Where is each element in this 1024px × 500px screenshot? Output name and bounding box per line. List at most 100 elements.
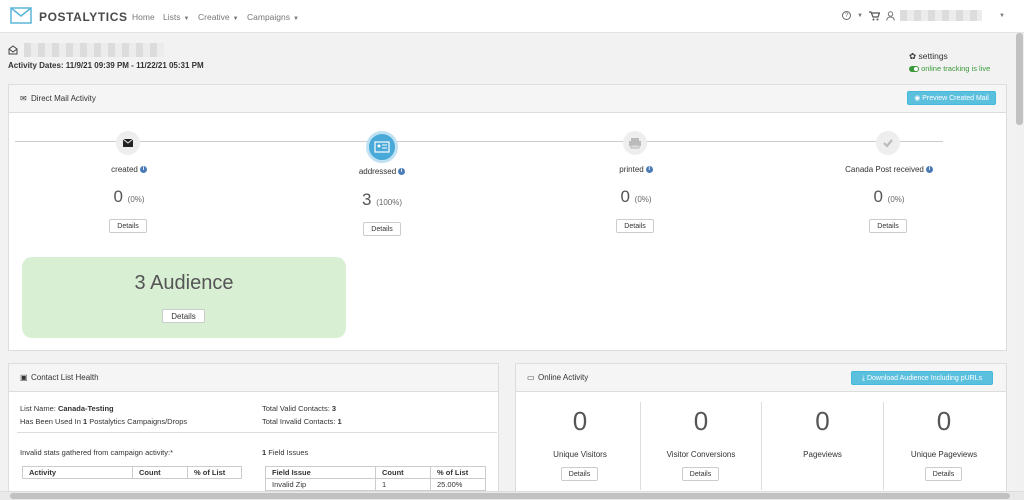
stage-canada-post-count: 0 (0%) (829, 187, 949, 207)
stage-printed-count: 0 (0%) (576, 187, 696, 207)
count-value: 3 (362, 190, 372, 209)
download-audience-button[interactable]: ⤓ Download Audience Including pURLs (851, 371, 993, 385)
valid-label: Total Valid Contacts: (262, 404, 332, 413)
audience-card: 3 Audience Details (22, 257, 346, 338)
panel-title: Contact List Health (31, 373, 99, 382)
metric-label: Visitor Conversions (666, 450, 736, 459)
brand-name[interactable]: POSTALYTICS (39, 10, 128, 24)
horizontal-scrollbar-thumb[interactable] (10, 493, 1010, 499)
activity-table: Activity Count % of List (22, 466, 242, 479)
top-navbar: POSTALYTICS Home Lists ▼ Creative ▼ Campai… (0, 0, 1024, 33)
direct-mail-panel: ✉ Direct Mail Activity ◉ Preview Created… (8, 84, 1007, 351)
gear-icon: ✿ (909, 51, 917, 61)
metric-value: 0 (936, 406, 952, 436)
nav-home[interactable]: Home (132, 12, 155, 22)
details-button[interactable]: Details (561, 467, 598, 481)
contact-health-header: ▣ Contact List Health (9, 364, 498, 392)
column-header: % of List (187, 466, 242, 479)
panel-title: Direct Mail Activity (31, 94, 96, 103)
details-button[interactable]: Details (869, 219, 907, 233)
field-issues-table: Field Issue Count % of List Invalid Zip … (265, 466, 486, 491)
details-button[interactable]: Details (682, 467, 719, 481)
column-header: Count (375, 466, 431, 479)
list-usage: Has Been Used In 1 Postalytics Campaigns… (20, 417, 187, 426)
details-button[interactable]: Details (616, 219, 654, 233)
count-percent: (100%) (376, 198, 402, 207)
vertical-scrollbar-thumb[interactable] (1016, 33, 1023, 125)
table-cell: 1 (375, 478, 431, 491)
download-button-label: Download Audience Including pURLs (866, 375, 983, 382)
divider (17, 432, 497, 433)
column-header: Count (132, 466, 188, 479)
eye-icon: ◉ (914, 95, 921, 102)
field-issues-label: Field Issues (266, 448, 309, 457)
invalid-count: 1 (337, 417, 342, 426)
nav-lists[interactable]: Lists ▼ (163, 12, 189, 22)
details-button[interactable]: Details (363, 222, 401, 236)
nav-campaigns[interactable]: Campaigns ▼ (247, 12, 299, 22)
invalid-contacts: Total Invalid Contacts: 1 (262, 417, 342, 426)
count-percent: (0%) (634, 195, 652, 204)
tracking-status[interactable]: online tracking is live (909, 64, 990, 73)
settings-link[interactable]: ✿ settings (909, 51, 948, 62)
download-icon: ⤓ (861, 375, 865, 382)
online-activity-header: ▭ Online Activity ⤓ Download Audience In… (516, 364, 1006, 392)
audience-details-button[interactable]: Details (162, 309, 205, 323)
info-icon[interactable]: i (645, 166, 653, 174)
valid-count: 3 (331, 404, 337, 413)
count-value: 0 (873, 187, 883, 206)
stage-addressed-label: addressed i (322, 167, 442, 176)
count-value: 0 (620, 187, 630, 206)
postalytics-logo-icon[interactable] (10, 7, 32, 24)
panel-title: Online Activity (538, 373, 589, 382)
stage-created-count: 0 (0%) (69, 187, 189, 207)
table-cell: 25.00% (430, 478, 486, 491)
list-name-label: List Name: (20, 404, 58, 413)
chevron-down-icon[interactable]: ▼ (999, 13, 1005, 19)
stage-label-text: printed (619, 165, 644, 174)
table-header-row: Field Issue Count % of List (265, 466, 486, 479)
field-issues-heading: 1 Field Issues (262, 448, 308, 457)
settings-label: settings (918, 51, 948, 61)
stage-label-text: addressed (358, 167, 397, 176)
details-button[interactable]: Details (925, 467, 962, 481)
stage-canada-post-label: Canada Post received i (819, 165, 959, 174)
printer-icon (623, 131, 647, 155)
help-icon[interactable]: ? (842, 11, 851, 20)
nav-creative[interactable]: Creative ▼ (198, 12, 239, 22)
metric-value: 0 (815, 406, 830, 436)
audience-count: 3 Audience (134, 272, 234, 294)
user-icon[interactable] (886, 11, 895, 21)
info-icon[interactable]: i (398, 168, 406, 176)
nav-creative-label: Creative (198, 12, 230, 22)
table-header-row: Activity Count % of List (22, 466, 242, 479)
progress-line (15, 141, 943, 142)
chevron-down-icon: ▼ (232, 16, 239, 22)
invalid-label: Total Invalid Contacts: (262, 417, 338, 426)
cart-icon[interactable] (869, 11, 880, 21)
list-name-value: Canada-Testing (57, 404, 114, 413)
details-button[interactable]: Details (109, 219, 147, 233)
info-icon[interactable]: i (139, 166, 147, 174)
list-name: List Name: Canada-Testing (20, 404, 114, 413)
stage-addressed-count: 3 (100%) (322, 190, 442, 210)
usage-prefix: Has Been Used In (20, 417, 83, 426)
metric-unique-visitors: 0 Unique Visitors (520, 402, 640, 459)
chevron-down-icon[interactable]: ▼ (857, 13, 863, 19)
metric-label: Pageviews (803, 450, 842, 459)
preview-created-mail-button[interactable]: ◉ Preview Created Mail (907, 91, 996, 105)
count-percent: (0%) (887, 195, 905, 204)
metric-pageviews: 0 Pageviews (762, 402, 883, 459)
briefcase-icon: ▣ (20, 373, 28, 382)
metric-value: 0 (693, 406, 709, 436)
column-header: % of List (430, 466, 486, 479)
open-envelope-icon (8, 45, 18, 55)
usage-suffix: Postalytics Campaigns/Drops (87, 417, 188, 426)
info-icon[interactable]: i (925, 166, 933, 174)
table-row: Invalid Zip 1 25.00% (265, 478, 486, 491)
metric-label: Unique Visitors (553, 450, 607, 459)
activity-dates: Activity Dates: 11/9/21 09:39 PM - 11/22… (8, 61, 204, 70)
direct-mail-panel-header: ✉ Direct Mail Activity ◉ Preview Created… (9, 85, 1006, 113)
username-redacted[interactable] (900, 10, 982, 21)
online-activity-panel: ▭ Online Activity ⤓ Download Audience In… (515, 363, 1007, 493)
